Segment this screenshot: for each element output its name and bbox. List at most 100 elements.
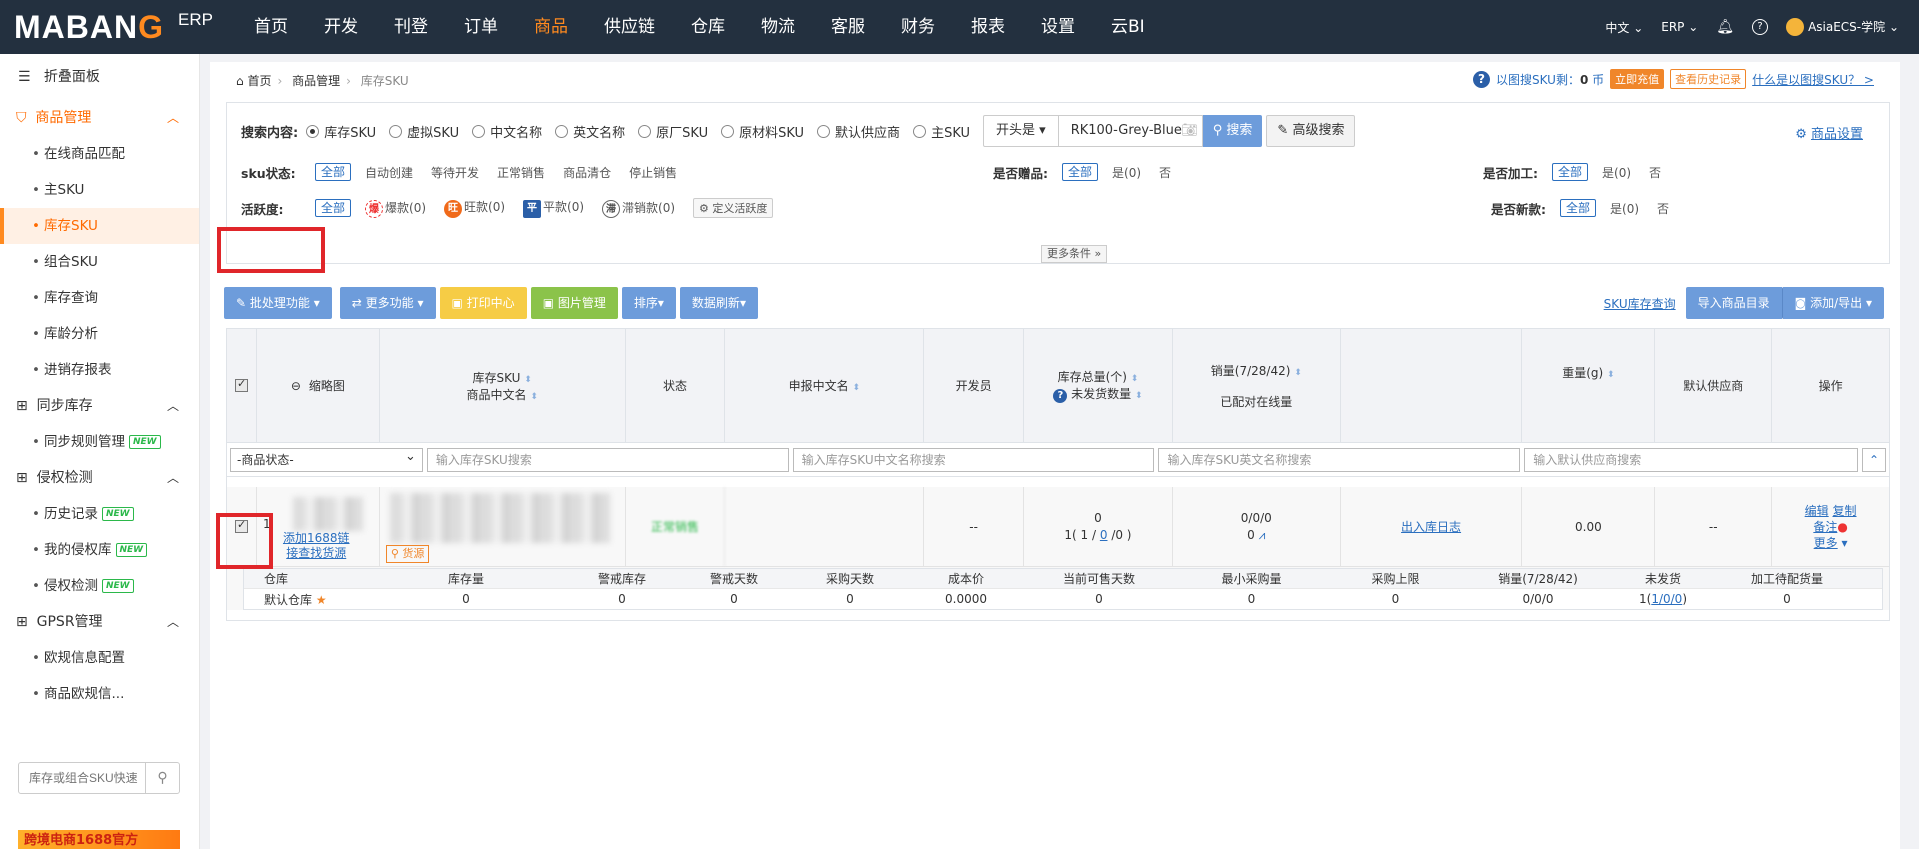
product-thumbnail[interactable] xyxy=(292,497,363,531)
more-conditions-button[interactable]: 更多条件 » xyxy=(1041,245,1108,263)
stock-sku-filter-input[interactable]: 输入库存SKU搜索 xyxy=(426,447,789,472)
sidebar-group-infringement[interactable]: ⊞ 侵权检测 ︿ xyxy=(0,460,199,496)
search-icon[interactable]: ⚲ xyxy=(145,763,179,793)
match-mode-select[interactable]: 开头是 ▾ xyxy=(983,115,1059,147)
product-status-select[interactable]: -商品状态- xyxy=(230,446,423,472)
note-link[interactable]: 备注 xyxy=(1813,520,1837,534)
new-yes[interactable]: 是(0) xyxy=(1610,200,1639,217)
collapse-up-icon[interactable]: ⌃ xyxy=(1862,447,1887,472)
activity-normal[interactable]: 平平款(0) xyxy=(523,198,584,218)
sku-status-waiting-dev[interactable]: 等待开发 xyxy=(431,164,479,181)
print-center-button[interactable]: ▣ 打印中心 xyxy=(439,287,527,319)
source-badge[interactable]: ⚲ 货源 xyxy=(385,545,430,563)
radio-material-sku[interactable]: 原材料SKU xyxy=(721,122,804,141)
nav-reports[interactable]: 报表 xyxy=(953,0,1023,54)
en-name-filter-input[interactable]: 输入库存SKU英文名称搜索 xyxy=(1158,447,1521,472)
stock-detail-link[interactable]: 0 xyxy=(1100,528,1108,542)
header-sales[interactable]: 销量(7/28/42) ⬍ 已配对在线量 xyxy=(1173,329,1341,442)
nav-logistics[interactable]: 物流 xyxy=(743,0,813,54)
activity-slow[interactable]: 滞滞销款(0) xyxy=(602,199,675,218)
logo[interactable]: MABANG xyxy=(14,9,164,46)
copy-link[interactable]: 复制 xyxy=(1833,504,1857,518)
sidebar-group-product-management[interactable]: ⛉ 商品管理 ︿ xyxy=(0,100,199,136)
help-icon[interactable]: ? xyxy=(1752,19,1769,35)
radio-en-name[interactable]: 英文名称 xyxy=(555,122,625,141)
sidebar-item-inventory-report[interactable]: 进销存报表 xyxy=(0,352,199,388)
process-no[interactable]: 否 xyxy=(1649,164,1661,181)
breadcrumb-home[interactable]: 首页 xyxy=(247,74,271,88)
sidebar-item-online-match[interactable]: 在线商品匹配 xyxy=(0,136,199,172)
stock-log-link[interactable]: 出入库日志 xyxy=(1401,518,1461,535)
radio-default-supplier[interactable]: 默认供应商 xyxy=(817,122,900,141)
chart-icon[interactable]: ⩘ xyxy=(1259,528,1266,542)
user-menu[interactable]: AsiaECS-学院 ⌄ xyxy=(1786,18,1899,37)
nav-listing[interactable]: 刊登 xyxy=(376,0,446,54)
fold-panel-button[interactable]: ☰ 折叠面板 xyxy=(0,54,199,100)
nav-finance[interactable]: 财务 xyxy=(883,0,953,54)
nav-warehouse[interactable]: 仓库 xyxy=(673,0,743,54)
activity-popular[interactable]: 旺旺款(0) xyxy=(444,198,505,218)
header-stock-total[interactable]: 库存总量(个) ⬍? 未发货数量 ⬍ xyxy=(1024,329,1173,442)
nav-supply-chain[interactable]: 供应链 xyxy=(586,0,673,54)
unshipped-detail-link[interactable]: 1/0/0 xyxy=(1651,592,1682,606)
sku-status-all[interactable]: 全部 xyxy=(315,163,352,181)
promo-banner[interactable]: 跨境电商1688官方 xyxy=(18,830,180,849)
define-activity-button[interactable]: ⚙ 定义活跃度 xyxy=(693,198,774,218)
sidebar-item-combo-sku[interactable]: 组合SKU xyxy=(0,244,199,280)
bell-icon[interactable]: 🔔︎ xyxy=(1716,19,1734,35)
nav-orders[interactable]: 订单 xyxy=(446,0,516,54)
radio-main-sku[interactable]: 主SKU xyxy=(913,122,970,141)
header-weight[interactable]: 重量(g) ⬍ xyxy=(1522,329,1656,442)
sku-stock-query-link[interactable]: SKU库存查询 xyxy=(1604,295,1676,312)
radio-virtual-sku[interactable]: 虚拟SKU xyxy=(389,122,459,141)
process-all[interactable]: 全部 xyxy=(1552,163,1589,181)
activity-all[interactable]: 全部 xyxy=(315,199,352,217)
sidebar-item-main-sku[interactable]: 主SKU xyxy=(0,172,199,208)
breadcrumb-product-management[interactable]: 商品管理 xyxy=(292,74,340,88)
add-export-button[interactable]: ◙ 添加/导出 ▾ xyxy=(1781,287,1884,319)
batch-functions-button[interactable]: ✎ 批处理功能 ▾ xyxy=(224,287,332,319)
sidebar-item-history[interactable]: 历史记录NEW xyxy=(0,496,199,532)
sidebar-item-product-eu-info[interactable]: 商品欧规信... xyxy=(0,676,199,712)
sku-status-clearance[interactable]: 商品清仓 xyxy=(563,164,611,181)
nav-cloud-bi[interactable]: 云BI xyxy=(1093,0,1163,54)
sidebar-item-infringement-check[interactable]: 侵权检测NEW xyxy=(0,568,199,604)
sidebar-item-sync-rules[interactable]: 同步规则管理NEW xyxy=(0,424,199,460)
nav-customer-service[interactable]: 客服 xyxy=(813,0,883,54)
gift-yes[interactable]: 是(0) xyxy=(1112,164,1141,181)
nav-home[interactable]: 首页 xyxy=(236,0,306,54)
supplier-filter-input[interactable]: 输入默认供应商搜索 xyxy=(1524,447,1859,472)
sort-button[interactable]: 排序▾ xyxy=(621,287,676,319)
camera-icon[interactable]: 📷︎ xyxy=(1181,116,1198,146)
search-button[interactable]: ⚲ 搜索 xyxy=(1202,115,1263,147)
what-is-image-search-link[interactable]: 什么是以图搜SKU？ > xyxy=(1752,71,1874,88)
sidebar-item-stock-query[interactable]: 库存查询 xyxy=(0,280,199,316)
language-select[interactable]: 中文 ⌄ xyxy=(1605,19,1643,36)
radio-cn-name[interactable]: 中文名称 xyxy=(472,122,542,141)
view-history-button[interactable]: 查看历史记录 xyxy=(1670,69,1747,89)
radio-stock-sku[interactable]: 库存SKU xyxy=(306,122,376,141)
sidebar-item-stock-age[interactable]: 库龄分析 xyxy=(0,316,199,352)
nav-products[interactable]: 商品 xyxy=(516,0,586,54)
sku-status-auto-created[interactable]: 自动创建 xyxy=(365,164,413,181)
radio-factory-sku[interactable]: 原厂SKU xyxy=(638,122,708,141)
find-source-link[interactable]: 接查找货源 xyxy=(283,546,350,561)
sku-quick-search-input[interactable] xyxy=(19,763,145,793)
more-functions-button[interactable]: ⇄ 更多功能 ▾ xyxy=(339,287,436,319)
header-sku[interactable]: 库存SKU ⬍ 商品中文名 ⬍ xyxy=(380,329,626,442)
select-all-checkbox[interactable] xyxy=(234,377,248,392)
gift-all[interactable]: 全部 xyxy=(1062,163,1099,181)
data-refresh-button[interactable]: 数据刷新▾ xyxy=(679,287,758,319)
new-no[interactable]: 否 xyxy=(1657,200,1669,217)
sidebar-item-eu-config[interactable]: 欧规信息配置 xyxy=(0,640,199,676)
process-yes[interactable]: 是(0) xyxy=(1602,164,1631,181)
header-select-all[interactable] xyxy=(227,329,257,442)
nav-settings[interactable]: 设置 xyxy=(1023,0,1093,54)
star-icon[interactable]: ★ xyxy=(316,593,327,607)
cn-name-filter-input[interactable]: 输入库存SKU中文名称搜索 xyxy=(792,447,1155,472)
sidebar-group-gpsr[interactable]: ⊞ GPSR管理 ︿ xyxy=(0,604,199,640)
header-declare-name[interactable]: 申报中文名 ⬍ xyxy=(725,329,925,442)
add-1688-link[interactable]: 添加1688链 xyxy=(283,531,350,546)
nav-develop[interactable]: 开发 xyxy=(306,0,376,54)
product-settings-link[interactable]: ⚙ 商品设置 xyxy=(1795,123,1863,142)
